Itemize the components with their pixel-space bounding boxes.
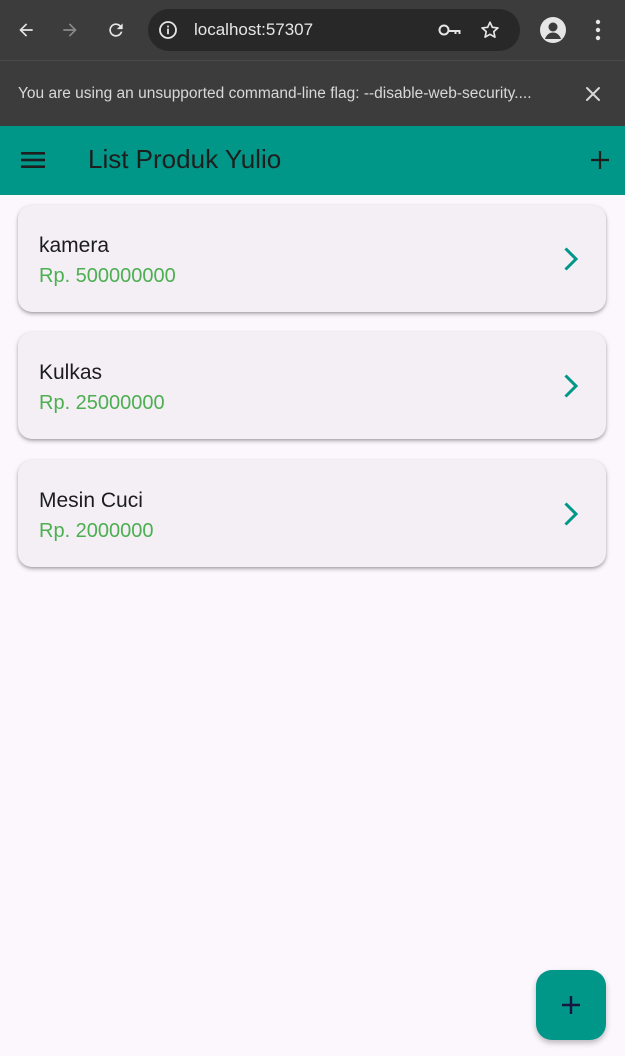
plus-icon <box>562 996 580 1014</box>
bookmark-star-icon[interactable] <box>479 19 501 41</box>
product-name: Kulkas <box>39 361 103 384</box>
infobar-message: You are using an unsupported command-lin… <box>18 85 532 102</box>
reload-button[interactable] <box>98 12 134 48</box>
plus-icon[interactable] <box>588 148 612 172</box>
profile-icon[interactable] <box>540 17 566 43</box>
product-price: Rp. 25000000 <box>39 392 165 414</box>
product-name: Mesin Cuci <box>39 489 143 512</box>
add-product-fab[interactable] <box>536 970 606 1040</box>
back-arrow-icon <box>19 23 33 37</box>
site-info-icon[interactable] <box>158 20 178 40</box>
address-bar[interactable]: localhost:57307 <box>148 9 520 51</box>
chevron-right-icon[interactable] <box>556 371 586 401</box>
page-title: List Produk Yulio <box>88 144 282 174</box>
reload-icon <box>109 23 123 37</box>
hamburger-menu-icon[interactable] <box>20 148 46 172</box>
chevron-right-icon[interactable] <box>556 244 586 274</box>
app-bar: List Produk Yulio <box>0 126 625 195</box>
forward-arrow-icon <box>63 23 77 37</box>
product-price: Rp. 500000000 <box>39 265 176 287</box>
product-price: Rp. 2000000 <box>39 520 154 542</box>
forward-button[interactable] <box>52 12 88 48</box>
password-key-icon[interactable] <box>438 21 462 39</box>
warning-infobar: You are using an unsupported command-lin… <box>0 60 625 126</box>
product-card[interactable]: Mesin Cuci Rp. 2000000 <box>18 460 606 567</box>
browser-toolbar: localhost:57307 <box>0 0 625 60</box>
close-icon[interactable] <box>582 83 604 105</box>
back-button[interactable] <box>8 12 44 48</box>
chevron-right-icon[interactable] <box>556 499 586 529</box>
product-card[interactable]: kamera Rp. 500000000 <box>18 205 606 312</box>
kebab-menu-icon[interactable] <box>588 16 608 44</box>
product-name: kamera <box>39 234 110 257</box>
product-card[interactable]: Kulkas Rp. 25000000 <box>18 332 606 439</box>
url-text[interactable]: localhost:57307 <box>194 20 313 40</box>
